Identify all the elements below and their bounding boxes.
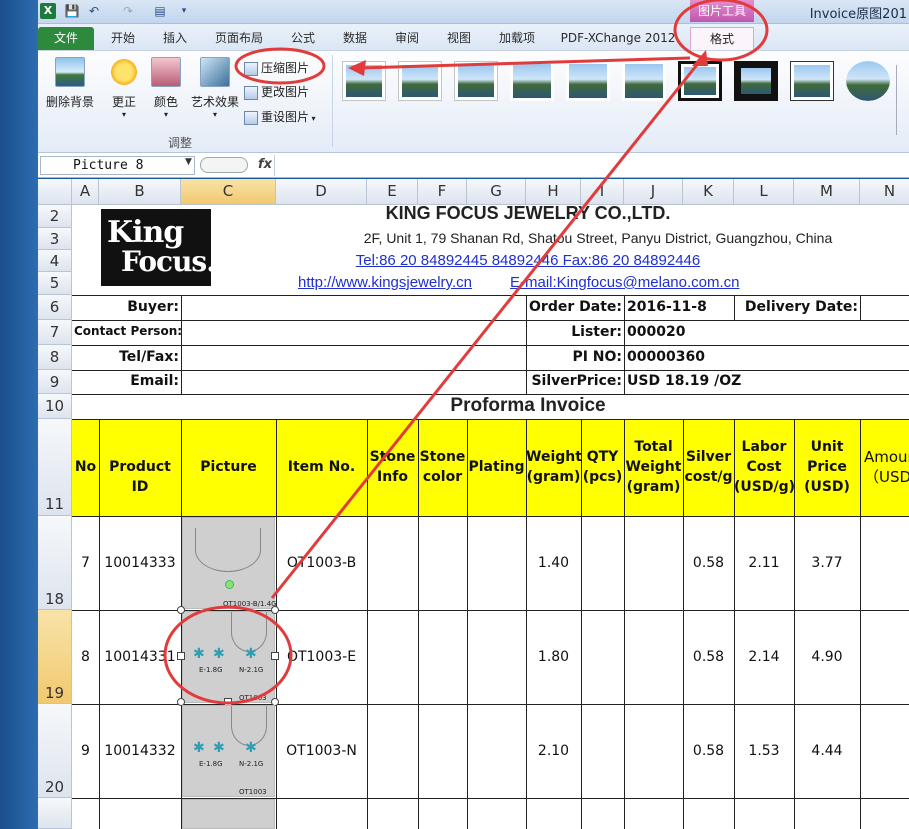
arrow-head-icon: [348, 60, 366, 76]
annotation-overlay: [163, 0, 769, 705]
annotation-arrow-to-styles: [359, 56, 691, 70]
annotation-arrow-to-picture: [270, 55, 706, 599]
annotation-circle-format-tab: [673, 0, 769, 62]
annotation-circle-compress: [234, 47, 326, 85]
annotation-circle-picture: [163, 605, 293, 705]
arrow-head-icon: [692, 50, 708, 66]
